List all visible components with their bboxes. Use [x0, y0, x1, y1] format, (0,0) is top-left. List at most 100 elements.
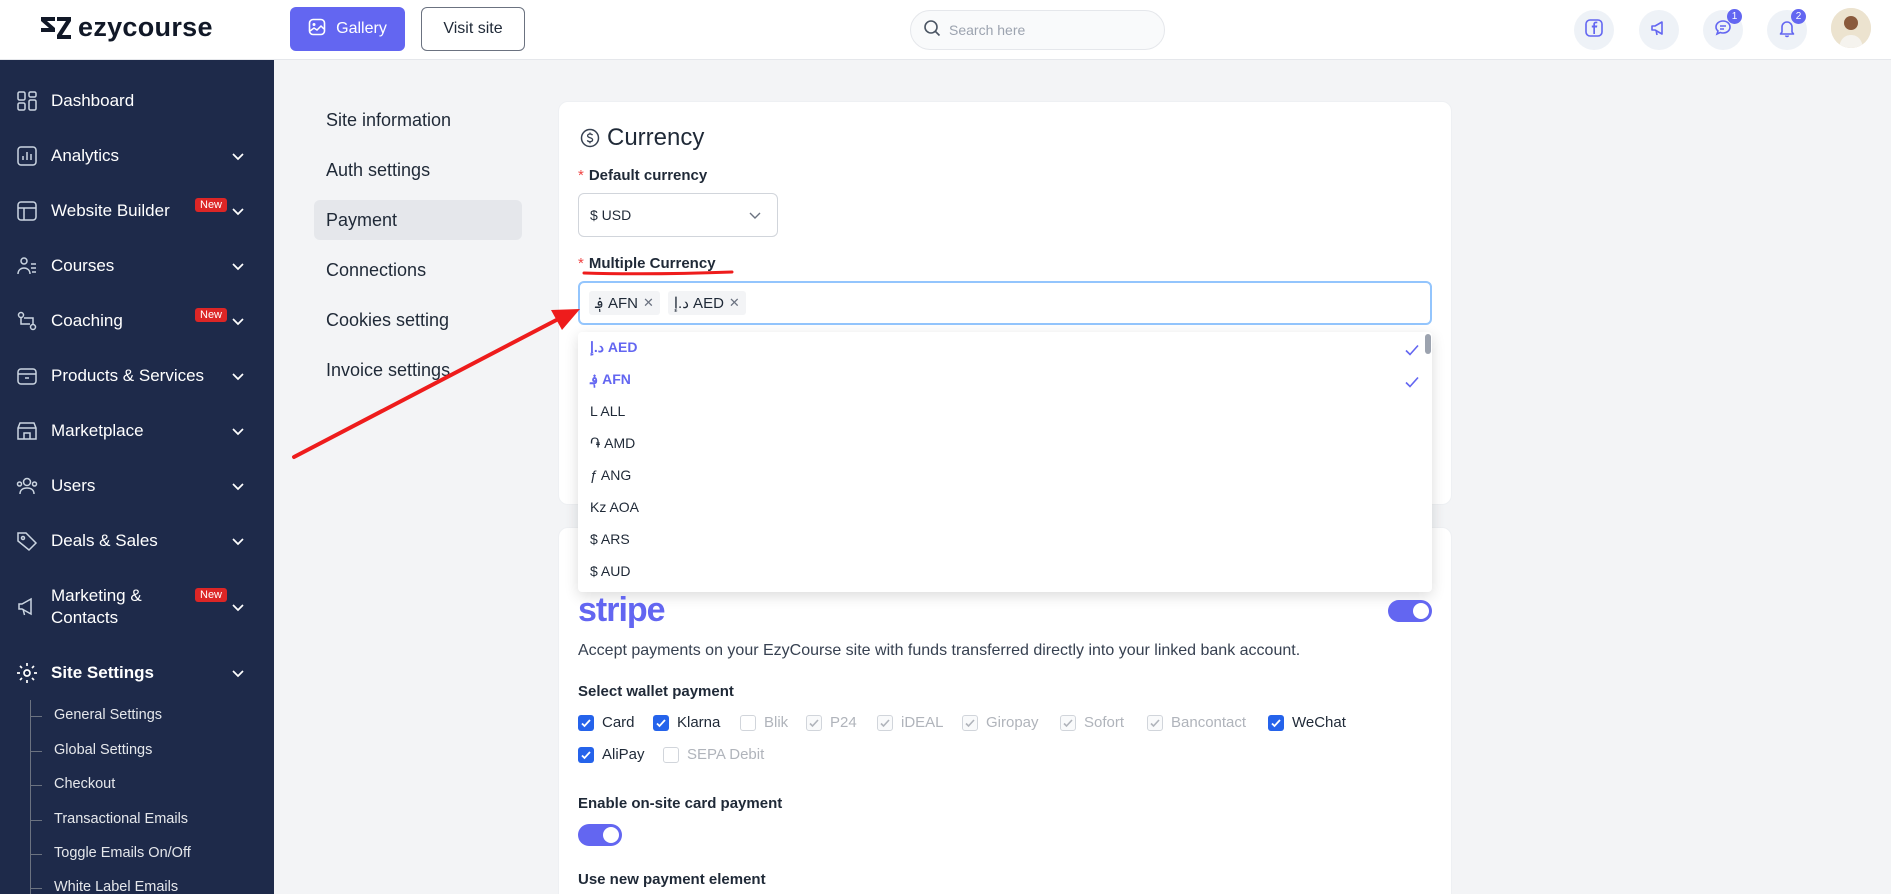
submenu-item-toggle-emails[interactable]: Toggle Emails On/Off: [54, 845, 191, 861]
currency-title: Currency: [607, 124, 705, 151]
dollar-circle-icon: [580, 128, 600, 153]
checkbox-unchecked-icon: [663, 746, 679, 763]
remove-tag-icon[interactable]: ✕: [643, 295, 654, 311]
wallet-checkbox-p24[interactable]: P24: [806, 714, 857, 731]
currency-option-aed[interactable]: د.إ AED: [590, 339, 637, 356]
new-badge: New: [195, 308, 228, 322]
submenu-item-global-settings[interactable]: Global Settings: [54, 742, 152, 758]
analytics-icon: [14, 143, 40, 169]
wallet-checkbox-ideal[interactable]: iDEAL: [877, 714, 944, 731]
sidebar-item-analytics[interactable]: Analytics: [0, 139, 274, 173]
stripe-description: Accept payments on your EzyCourse site w…: [578, 642, 1301, 659]
submenu-item-transactional-emails[interactable]: Transactional Emails: [54, 811, 188, 827]
search-bar[interactable]: [910, 10, 1165, 50]
sidebar-item-website-builder[interactable]: Website Builder New: [0, 194, 274, 228]
logo-text: ezycourse: [78, 12, 213, 42]
messages-badge: 1: [1727, 9, 1742, 24]
sidebar-item-users[interactable]: Users: [0, 469, 274, 503]
currency-dropdown: د.إ AED ؋ AFN L ALL ֏ AMD ƒ ANG Kz AOA $…: [578, 332, 1432, 592]
default-currency-select[interactable]: $ USD: [578, 193, 778, 237]
sidebar-item-courses[interactable]: Courses: [0, 249, 274, 283]
onsite-card-toggle[interactable]: [578, 824, 622, 846]
checkbox-checked-icon: [578, 746, 594, 763]
sidebar-item-site-settings[interactable]: Site Settings: [0, 656, 274, 690]
sidebar-item-deals-sales[interactable]: Deals & Sales: [0, 524, 274, 558]
currency-option-amd[interactable]: ֏ AMD: [590, 435, 635, 452]
sidebar-item-marketplace[interactable]: Marketplace: [0, 414, 274, 448]
gallery-label: Gallery: [336, 20, 387, 37]
currency-option-aud[interactable]: $ AUD: [590, 563, 630, 579]
announcements-button[interactable]: [1639, 10, 1679, 50]
submenu-tick: [30, 854, 42, 855]
sidebar-item-marketing-contacts[interactable]: Marketing & Contacts New: [0, 585, 274, 629]
wallet-checkbox-blik[interactable]: Blik: [740, 714, 788, 731]
site-settings-icon: [14, 660, 40, 686]
wallet-checkbox-bancontact[interactable]: Bancontact: [1147, 714, 1246, 731]
sidebar: Dashboard Analytics Website Builder New …: [0, 60, 274, 894]
multiple-currency-select[interactable]: ؋ AFN ✕ د.إ AED ✕: [578, 281, 1432, 325]
chevron-down-icon: [229, 477, 247, 495]
facebook-icon: [1584, 18, 1604, 43]
settings-nav-payment[interactable]: Payment: [314, 200, 522, 240]
sidebar-item-label: Dashboard: [51, 91, 135, 110]
submenu-item-white-label-emails[interactable]: White Label Emails: [54, 879, 178, 894]
users-icon: [14, 473, 40, 499]
sidebar-item-label: Contacts: [51, 608, 119, 627]
website-builder-icon: [14, 198, 40, 224]
settings-nav-connections[interactable]: Connections: [314, 250, 522, 290]
notifications-badge: 2: [1791, 9, 1806, 24]
dropdown-scrollbar[interactable]: [1425, 334, 1431, 354]
logo-mark-icon: [38, 13, 74, 43]
sidebar-item-coaching[interactable]: Coaching New: [0, 304, 274, 338]
gallery-icon: [308, 18, 326, 41]
wallet-checkbox-klarna[interactable]: Klarna: [653, 714, 720, 731]
sidebar-item-label: Coaching: [51, 311, 123, 330]
facebook-button[interactable]: [1574, 10, 1614, 50]
check-icon: [1404, 342, 1420, 358]
currency-option-ars[interactable]: $ ARS: [590, 531, 630, 547]
settings-nav-auth-settings[interactable]: Auth settings: [314, 150, 522, 190]
chevron-down-icon: [229, 202, 247, 220]
checkbox-checked-icon: [578, 714, 594, 731]
checkbox-disabled-icon: [1147, 714, 1163, 731]
notifications-button[interactable]: 2: [1767, 9, 1807, 50]
wallet-checkbox-sepa-debit[interactable]: SEPA Debit: [663, 746, 764, 763]
logo[interactable]: ezycourse: [38, 12, 213, 43]
default-currency-value: $ USD: [590, 207, 632, 223]
stripe-enable-toggle[interactable]: [1388, 600, 1432, 622]
settings-nav-invoice-settings[interactable]: Invoice settings: [314, 350, 522, 390]
gallery-button[interactable]: Gallery: [290, 7, 405, 51]
wallet-checkbox-wechat[interactable]: WeChat: [1268, 714, 1346, 731]
messages-button[interactable]: 1: [1703, 9, 1743, 50]
top-bar: ezycourse Gallery Visit site 1 2: [0, 0, 1891, 60]
avatar[interactable]: [1831, 8, 1871, 48]
wallet-checkbox-sofort[interactable]: Sofort: [1060, 714, 1124, 731]
visit-site-button[interactable]: Visit site: [421, 7, 525, 51]
default-currency-label: * Default currency: [578, 167, 708, 184]
wallet-checkbox-alipay[interactable]: AliPay: [578, 746, 645, 763]
sidebar-item-label: Products & Services: [51, 366, 205, 385]
wallet-checkbox-card[interactable]: Card: [578, 714, 635, 731]
products-icon: [14, 363, 40, 389]
submenu-item-checkout[interactable]: Checkout: [54, 776, 115, 792]
wallet-checkbox-giropay[interactable]: Giropay: [962, 714, 1039, 731]
stripe-logo: stripe: [578, 591, 666, 629]
currency-option-ang[interactable]: ƒ ANG: [590, 467, 631, 483]
sidebar-item-label: Analytics: [51, 146, 120, 165]
sidebar-item-products-services[interactable]: Products & Services: [0, 359, 274, 393]
settings-nav-site-information[interactable]: Site information: [314, 100, 522, 140]
settings-nav-cookies-setting[interactable]: Cookies setting: [314, 300, 522, 340]
toggle-knob: [1413, 603, 1429, 619]
chevron-down-icon: [229, 664, 247, 682]
currency-option-aoa[interactable]: Kz AOA: [590, 499, 639, 515]
remove-tag-icon[interactable]: ✕: [729, 295, 740, 311]
courses-icon: [14, 253, 40, 279]
currency-option-all[interactable]: L ALL: [590, 403, 625, 419]
search-input[interactable]: [949, 22, 1149, 38]
onsite-card-label: Enable on-site card payment: [578, 795, 783, 812]
sidebar-item-dashboard[interactable]: Dashboard: [0, 84, 274, 118]
wallet-payment-label: Select wallet payment: [578, 683, 734, 700]
currency-option-afn[interactable]: ؋ AFN: [590, 371, 631, 388]
submenu-item-general-settings[interactable]: General Settings: [54, 707, 162, 723]
new-payment-element-label: Use new payment element: [578, 871, 766, 888]
